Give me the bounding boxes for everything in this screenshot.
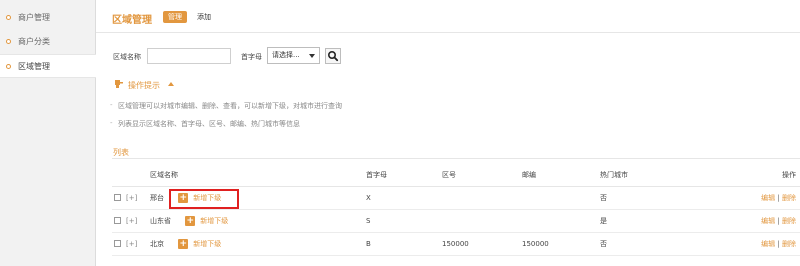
sidebar-item-label: 区域管理: [18, 62, 50, 71]
initial-letter-select[interactable]: 请选择...: [267, 47, 320, 64]
circle-bullet-icon: [6, 39, 11, 44]
zip-cell: [522, 209, 600, 233]
area-code-cell: [442, 186, 522, 210]
delete-link[interactable]: 删除: [782, 240, 796, 248]
region-name: 邢台: [150, 193, 164, 202]
region-name: 山东省: [150, 216, 171, 225]
add-subregion-button[interactable]: + 新增下级: [185, 215, 228, 226]
circle-bullet-icon: [6, 15, 11, 20]
table-row: [+] 北京 + 新增下级 B 150000 150000 否 编辑 | 删除: [112, 232, 800, 256]
region-name-label: 区域名称: [113, 53, 141, 61]
sidebar-item-merchant-category[interactable]: 商户分类: [0, 30, 95, 54]
tip-item: 区域管理可以对城市编辑、删除、查看，可以新增下级，对城市进行查询: [110, 101, 342, 111]
tab-manage[interactable]: 管理: [163, 11, 187, 23]
sidebar-item-label: 商户管理: [18, 13, 50, 22]
region-name: 北京: [150, 239, 164, 248]
search-button[interactable]: [325, 48, 341, 64]
column-header: 操作: [720, 164, 800, 187]
row-checkbox[interactable]: [114, 217, 121, 224]
delete-link[interactable]: 删除: [782, 217, 796, 225]
expand-toggle[interactable]: [+]: [126, 217, 137, 225]
zip-cell: 150000: [522, 232, 600, 256]
lightbulb-icon: [115, 80, 123, 88]
page-header: 区域管理 管理 添加: [96, 0, 800, 33]
zip-cell: [522, 186, 600, 210]
row-checkbox[interactable]: [114, 194, 121, 201]
region-name-input[interactable]: [147, 48, 231, 64]
hot-city-cell: 否: [600, 186, 720, 210]
divider: [112, 158, 800, 159]
column-header: 热门城市: [600, 164, 720, 187]
circle-bullet-icon: [6, 64, 11, 69]
magnifier-icon: [327, 50, 339, 62]
expand-toggle[interactable]: [+]: [126, 194, 137, 202]
initial-letter-label: 首字母: [241, 53, 262, 61]
initial-letter-select-value: 请选择...: [272, 51, 300, 59]
tab-add[interactable]: 添加: [197, 11, 211, 23]
column-header: 首字母: [366, 164, 442, 187]
area-code-cell: 150000: [442, 232, 522, 256]
column-header: 区域名称: [150, 164, 366, 187]
sidebar-item-label: 商户分类: [18, 37, 50, 46]
caret-up-icon: [168, 82, 174, 86]
area-code-cell: [442, 209, 522, 233]
column-header: 区号: [442, 164, 522, 187]
main-content: 区域管理 管理 添加 区域名称 首字母 请选择... 操作提示 区域管理可以对城…: [96, 0, 800, 266]
caret-down-icon: [309, 54, 315, 58]
region-table: 区域名称 首字母 区号 邮编 热门城市 操作 [+] 邢台 + 新增下级 X 否 …: [112, 164, 800, 256]
initial-cell: S: [366, 209, 442, 233]
table-row: [+] 山东省 + 新增下级 S 是 编辑 | 删除: [112, 209, 800, 233]
hot-city-cell: 是: [600, 209, 720, 233]
highlight-box: [169, 189, 239, 209]
edit-link[interactable]: 编辑: [761, 217, 775, 225]
page-title: 区域管理: [112, 15, 152, 26]
list-title: 列表: [113, 148, 129, 157]
edit-link[interactable]: 编辑: [761, 194, 775, 202]
sidebar-item-region-management[interactable]: 区域管理: [0, 54, 97, 78]
operation-tips-title: 操作提示: [128, 81, 160, 90]
sidebar-item-merchant-management[interactable]: 商户管理: [0, 6, 95, 30]
plus-icon: +: [178, 238, 189, 249]
initial-cell: B: [366, 232, 442, 256]
sidebar: 商户管理 商户分类 区域管理: [0, 0, 97, 266]
initial-cell: X: [366, 186, 442, 210]
column-header: 邮编: [522, 164, 600, 187]
table-header-row: 区域名称 首字母 区号 邮编 热门城市 操作: [112, 164, 800, 187]
row-checkbox[interactable]: [114, 240, 121, 247]
tip-item: 列表显示区域名称、首字母、区号、邮编、热门城市等信息: [110, 119, 300, 129]
hot-city-cell: 否: [600, 232, 720, 256]
delete-link[interactable]: 删除: [782, 194, 796, 202]
edit-link[interactable]: 编辑: [761, 240, 775, 248]
plus-icon: +: [185, 215, 196, 226]
expand-toggle[interactable]: [+]: [126, 240, 137, 248]
add-subregion-button[interactable]: + 新增下级: [178, 238, 221, 249]
